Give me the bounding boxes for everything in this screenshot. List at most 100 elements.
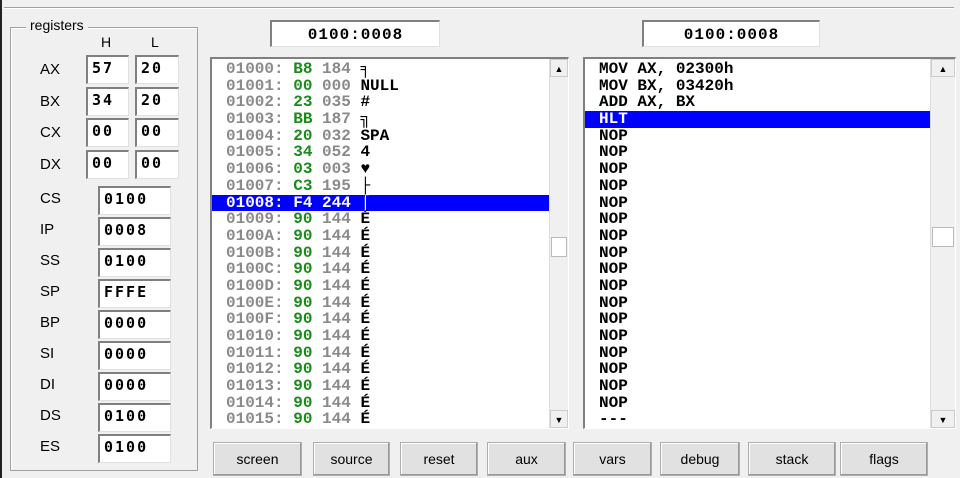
register-dx-low[interactable]: 00 [135, 150, 179, 179]
register-label-ss: SS [40, 252, 61, 269]
source-button[interactable]: source [313, 442, 390, 476]
memory-char: É [360, 260, 371, 279]
memory-char: SPA [360, 126, 390, 145]
disasm-row[interactable]: NOP [585, 128, 937, 145]
disasm-row[interactable]: NOP [585, 161, 937, 178]
memory-row[interactable]: 0100F: 90 144 É [212, 311, 550, 328]
disasm-row[interactable]: NOP [585, 345, 937, 362]
memory-row[interactable]: 01001: 00 000 NULL [212, 78, 550, 95]
memory-row[interactable]: 01011: 90 144 É [212, 345, 550, 362]
disasm-row[interactable]: NOP [585, 378, 937, 395]
register-dx-high[interactable]: 00 [86, 150, 129, 179]
memory-row[interactable]: 0100C: 90 144 É [212, 261, 550, 278]
disasm-row[interactable]: NOP [585, 395, 937, 412]
memory-row[interactable]: 01003: BB 187 ╗ [212, 111, 550, 128]
memory-list[interactable]: 01000: B8 184 ╕ 01001: 00 000 NULL 01002: … [210, 57, 569, 429]
memory-decimal: 144 [322, 343, 351, 362]
memory-row[interactable]: 01006: 03 003 ♥ [212, 161, 550, 178]
disasm-row[interactable]: NOP [585, 245, 937, 262]
memory-row[interactable]: 01008: F4 244 ⌠ [212, 194, 550, 212]
disasm-address-input[interactable]: 0100:0008 [642, 20, 820, 47]
memory-hex: BB [293, 110, 313, 129]
disasm-row[interactable]: NOP [585, 261, 937, 278]
register-bx-high[interactable]: 34 [86, 87, 129, 116]
memory-row[interactable]: 0100D: 90 144 É [212, 278, 550, 295]
memory-decimal: 144 [322, 260, 351, 279]
memory-char: ╗ [360, 110, 371, 129]
memory-decimal: 144 [322, 360, 351, 379]
memory-scrollbar[interactable]: ▲ ▼ [549, 59, 568, 428]
stack-button[interactable]: stack [748, 442, 836, 476]
register-si[interactable]: 0000 [98, 341, 171, 370]
memory-row[interactable]: 01012: 90 144 É [212, 361, 550, 378]
aux-button[interactable]: aux [487, 442, 566, 476]
register-sp[interactable]: FFFE [98, 279, 171, 308]
disasm-row[interactable]: NOP [585, 278, 937, 295]
divider [4, 7, 954, 9]
memory-row[interactable]: 01009: 90 144 É [212, 211, 550, 228]
scroll-up-icon[interactable]: ▲ [550, 59, 568, 77]
register-bp[interactable]: 0000 [98, 310, 171, 339]
register-ax-high[interactable]: 57 [86, 55, 129, 84]
memory-decimal: 195 [322, 176, 351, 195]
disasm-row[interactable]: NOP [585, 211, 937, 228]
memory-row[interactable]: 01004: 20 032 SPA [212, 128, 550, 145]
memory-row[interactable]: 01014: 90 144 É [212, 395, 550, 412]
scroll-up-icon[interactable]: ▲ [931, 59, 955, 77]
disasm-scrollbar[interactable]: ▲ ▼ [930, 59, 955, 428]
disasm-row[interactable]: NOP [585, 228, 937, 245]
disasm-row[interactable]: NOP [585, 361, 937, 378]
memory-char: NULL [360, 76, 399, 95]
disasm-row[interactable]: NOP [585, 178, 937, 195]
memory-row[interactable]: 01010: 90 144 É [212, 328, 550, 345]
memory-row[interactable]: 01000: B8 184 ╕ [212, 61, 550, 78]
memory-row[interactable]: 0100A: 90 144 É [212, 228, 550, 245]
disasm-row[interactable]: --- [585, 411, 937, 428]
vars-button[interactable]: vars [573, 442, 652, 476]
flags-button[interactable]: flags [840, 442, 928, 476]
disassembly-list[interactable]: MOV AX, 02300h MOV BX, 03420h ADD AX, BX HL… [583, 57, 956, 429]
memory-row[interactable]: 01013: 90 144 É [212, 378, 550, 395]
memory-row[interactable]: 0100B: 90 144 É [212, 245, 550, 262]
register-es[interactable]: 0100 [98, 434, 171, 463]
low-byte-label: L [151, 34, 159, 50]
memory-char: ♥ [360, 160, 371, 179]
disasm-row[interactable]: HLT [585, 111, 937, 128]
register-cs[interactable]: 0100 [98, 186, 171, 215]
reset-button[interactable]: reset [400, 442, 478, 476]
disasm-row[interactable]: NOP [585, 295, 937, 312]
register-cx-low[interactable]: 00 [135, 118, 179, 147]
register-ds[interactable]: 0100 [98, 403, 171, 432]
memory-row[interactable]: 01007: C3 195 ├ [212, 178, 550, 195]
disasm-row[interactable]: MOV BX, 03420h [585, 78, 937, 95]
disasm-row[interactable]: MOV AX, 02300h [585, 61, 937, 78]
register-ax-low[interactable]: 20 [135, 55, 179, 84]
register-ip[interactable]: 0008 [98, 217, 171, 246]
debug-button[interactable]: debug [660, 442, 740, 476]
disasm-row[interactable]: NOP [585, 311, 937, 328]
memory-row[interactable]: 01015: 90 144 É [212, 411, 550, 428]
scroll-thumb[interactable] [551, 237, 567, 257]
screen-button[interactable]: screen [213, 442, 302, 476]
memory-row[interactable]: 01002: 23 035 # [212, 94, 550, 111]
memory-hex: 90 [293, 210, 313, 229]
memory-char: ├ [360, 176, 371, 195]
register-cx-high[interactable]: 00 [86, 118, 129, 147]
memory-row[interactable]: 01005: 34 052 4 [212, 144, 550, 161]
memory-hex: 90 [293, 293, 313, 312]
memory-row[interactable]: 0100E: 90 144 É [212, 295, 550, 312]
disasm-row[interactable]: ADD AX, BX [585, 94, 937, 111]
register-di[interactable]: 0000 [98, 372, 171, 401]
disasm-row[interactable]: NOP [585, 328, 937, 345]
register-ss[interactable]: 0100 [98, 248, 171, 277]
memory-address: 01015: [226, 410, 284, 429]
disasm-row[interactable]: NOP [585, 144, 937, 161]
memory-address-input[interactable]: 0100:0008 [270, 20, 440, 47]
disasm-row[interactable]: NOP [585, 195, 937, 212]
scroll-down-icon[interactable]: ▼ [550, 410, 568, 428]
register-label-cs: CS [40, 190, 61, 207]
memory-address: 01009: [226, 210, 284, 229]
scroll-down-icon[interactable]: ▼ [931, 410, 955, 428]
scroll-thumb[interactable] [932, 227, 954, 247]
register-bx-low[interactable]: 20 [135, 87, 179, 116]
